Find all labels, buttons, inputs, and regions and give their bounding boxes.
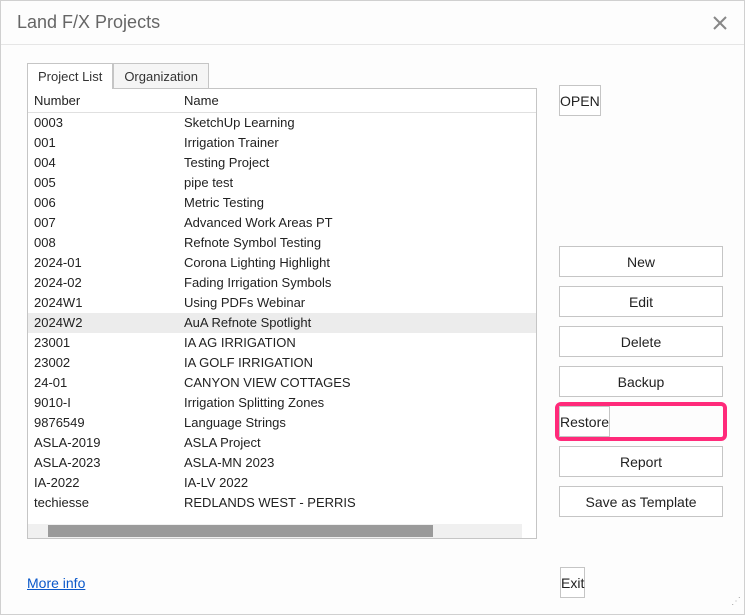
- cell-name: ASLA Project: [178, 433, 536, 453]
- cell-number: 23001: [28, 333, 178, 353]
- right-panel: OPEN New Edit Delete Backup Restore Repo…: [559, 63, 723, 545]
- project-table: Number Name 0003SketchUp Learning001Irri…: [27, 88, 537, 539]
- table-row[interactable]: 9876549Language Strings: [28, 413, 536, 433]
- cell-name: pipe test: [178, 173, 536, 193]
- table-row[interactable]: 0003SketchUp Learning: [28, 113, 536, 133]
- table-scroll[interactable]: Number Name 0003SketchUp Learning001Irri…: [28, 89, 536, 521]
- table-row[interactable]: 008Refnote Symbol Testing: [28, 233, 536, 253]
- col-number[interactable]: Number: [28, 89, 178, 113]
- table-row[interactable]: 2024W2AuA Refnote Spotlight: [28, 313, 536, 333]
- cell-number: 9876549: [28, 413, 178, 433]
- cell-name: Refnote Symbol Testing: [178, 233, 536, 253]
- cell-name: IA AG IRRIGATION: [178, 333, 536, 353]
- cell-number: 001: [28, 133, 178, 153]
- table-row[interactable]: 007Advanced Work Areas PT: [28, 213, 536, 233]
- table-row[interactable]: techiesseREDLANDS WEST - PERRIS: [28, 493, 536, 513]
- cell-number: 005: [28, 173, 178, 193]
- cell-name: Irrigation Trainer: [178, 133, 536, 153]
- cell-name: Language Strings: [178, 413, 536, 433]
- tabs: Project List Organization: [27, 63, 537, 89]
- window-title: Land F/X Projects: [17, 12, 160, 33]
- cell-name: Corona Lighting Highlight: [178, 253, 536, 273]
- cell-name: AuA Refnote Spotlight: [178, 313, 536, 333]
- cell-number: 2024-02: [28, 273, 178, 293]
- delete-button[interactable]: Delete: [559, 326, 723, 357]
- cell-number: 007: [28, 213, 178, 233]
- cell-name: Irrigation Splitting Zones: [178, 393, 536, 413]
- table-row[interactable]: 006Metric Testing: [28, 193, 536, 213]
- tab-organization[interactable]: Organization: [113, 63, 209, 89]
- cell-number: 2024-01: [28, 253, 178, 273]
- cell-number: 9010-I: [28, 393, 178, 413]
- exit-button[interactable]: Exit: [560, 567, 585, 598]
- cell-number: IA-2022: [28, 473, 178, 493]
- cell-number: 006: [28, 193, 178, 213]
- table-row[interactable]: 005pipe test: [28, 173, 536, 193]
- cell-number: techiesse: [28, 493, 178, 513]
- left-panel: Project List Organization Number Name: [27, 63, 537, 545]
- close-icon[interactable]: [708, 11, 732, 35]
- cell-number: ASLA-2023: [28, 453, 178, 473]
- restore-highlight: Restore: [555, 402, 727, 441]
- cell-number: 2024W1: [28, 293, 178, 313]
- tab-project-list[interactable]: Project List: [27, 63, 113, 89]
- cell-number: 24-01: [28, 373, 178, 393]
- cell-name: IA-LV 2022: [178, 473, 536, 493]
- cell-name: Metric Testing: [178, 193, 536, 213]
- cell-number: 23002: [28, 353, 178, 373]
- cell-name: IA GOLF IRRIGATION: [178, 353, 536, 373]
- table-row[interactable]: 2024-02Fading Irrigation Symbols: [28, 273, 536, 293]
- backup-button[interactable]: Backup: [559, 366, 723, 397]
- cell-name: Using PDFs Webinar: [178, 293, 536, 313]
- table-row[interactable]: 2024W1Using PDFs Webinar: [28, 293, 536, 313]
- cell-name: Testing Project: [178, 153, 536, 173]
- cell-name: Advanced Work Areas PT: [178, 213, 536, 233]
- cell-name: SketchUp Learning: [178, 113, 536, 133]
- col-name[interactable]: Name: [178, 89, 536, 113]
- cell-number: 2024W2: [28, 313, 178, 333]
- restore-button[interactable]: Restore: [559, 406, 610, 437]
- table-row[interactable]: IA-2022IA-LV 2022: [28, 473, 536, 493]
- horizontal-scrollbar-thumb[interactable]: [48, 525, 433, 537]
- titlebar: Land F/X Projects: [1, 1, 744, 45]
- more-info-link[interactable]: More info: [27, 575, 85, 591]
- resize-grip-icon[interactable]: ⋰: [729, 599, 741, 611]
- table-row[interactable]: 2024-01Corona Lighting Highlight: [28, 253, 536, 273]
- cell-number: 008: [28, 233, 178, 253]
- projects-dialog: Land F/X Projects Project List Organizat…: [0, 0, 745, 615]
- horizontal-scrollbar[interactable]: [28, 524, 522, 538]
- table-row[interactable]: 001Irrigation Trainer: [28, 133, 536, 153]
- cell-name: CANYON VIEW COTTAGES: [178, 373, 536, 393]
- cell-number: ASLA-2019: [28, 433, 178, 453]
- cell-number: 0003: [28, 113, 178, 133]
- table-row[interactable]: 004Testing Project: [28, 153, 536, 173]
- table-row[interactable]: 9010-IIrrigation Splitting Zones: [28, 393, 536, 413]
- cell-number: 004: [28, 153, 178, 173]
- table-row[interactable]: 24-01CANYON VIEW COTTAGES: [28, 373, 536, 393]
- cell-name: REDLANDS WEST - PERRIS: [178, 493, 536, 513]
- report-button[interactable]: Report: [559, 446, 723, 477]
- open-button[interactable]: OPEN: [559, 85, 601, 116]
- save-as-template-button[interactable]: Save as Template: [559, 486, 723, 517]
- footer: More info Exit: [27, 567, 724, 598]
- new-button[interactable]: New: [559, 246, 723, 277]
- cell-name: Fading Irrigation Symbols: [178, 273, 536, 293]
- cell-name: ASLA-MN 2023: [178, 453, 536, 473]
- table-row[interactable]: ASLA-2019ASLA Project: [28, 433, 536, 453]
- edit-button[interactable]: Edit: [559, 286, 723, 317]
- table-row[interactable]: 23001IA AG IRRIGATION: [28, 333, 536, 353]
- table-row[interactable]: ASLA-2023ASLA-MN 2023: [28, 453, 536, 473]
- table-row[interactable]: 23002IA GOLF IRRIGATION: [28, 353, 536, 373]
